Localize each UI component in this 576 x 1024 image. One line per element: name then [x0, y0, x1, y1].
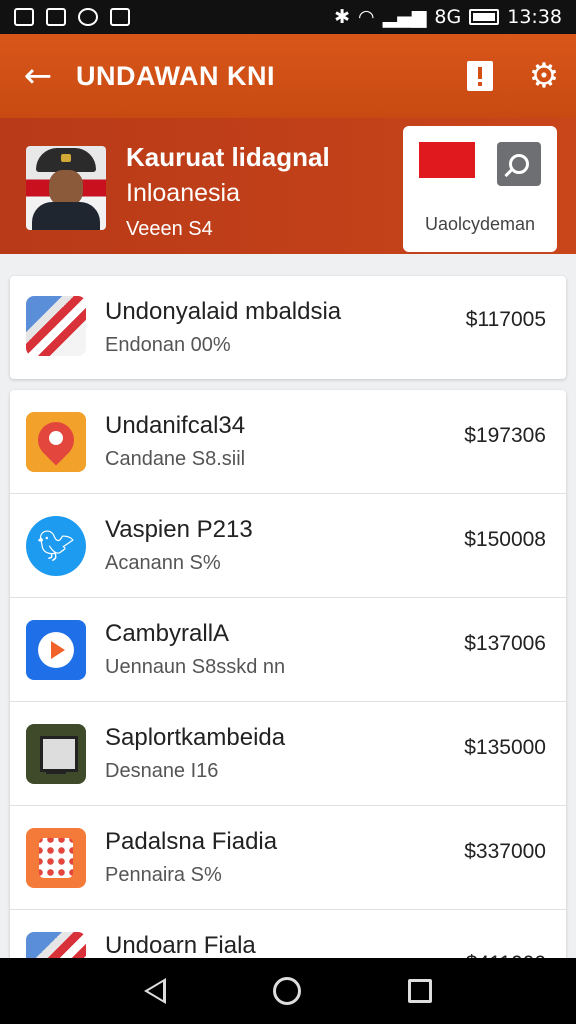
play-icon: [26, 620, 86, 680]
list-item[interactable]: Undonyalaid mbaldsia Endonan 00% $117005: [10, 276, 566, 379]
news-notification-icon: [46, 8, 66, 26]
photo-frame-icon: [26, 724, 86, 784]
flag-icon: [26, 296, 86, 356]
scan-button[interactable]: [497, 142, 541, 186]
system-nav-bar: [0, 958, 576, 1024]
grid-app-icon: [26, 828, 86, 888]
settings-button[interactable]: ⚙: [512, 44, 576, 108]
profile-photo: [26, 146, 106, 230]
item-name: Vaspien P213: [105, 516, 253, 543]
list-item[interactable]: CambyrallA Uennaun S8sskd nn $137006: [10, 598, 566, 702]
profile-name: Kauruat lidagnal: [126, 142, 330, 172]
item-subtitle: Uennaun S8sskd nn: [105, 656, 286, 678]
item-subtitle: Acanann S%: [105, 552, 221, 574]
report-button[interactable]: [448, 44, 512, 108]
report-icon: [467, 61, 493, 91]
item-name: CambyrallA: [105, 620, 230, 647]
list-item[interactable]: Saplortkambeida Desnane I16 $135000: [10, 702, 566, 806]
image-notification-icon: [14, 8, 34, 26]
item-subtitle: Endonan 00%: [105, 334, 231, 356]
status-bar: ✱ ◠ ▂▄▆ 8G 13:38: [0, 0, 576, 34]
app-bar: ← UNDAWAN KNI ⚙: [0, 34, 576, 118]
app-list: Undanifcal34 Candane S8.siil $197306 🐦︎ …: [10, 390, 566, 992]
gear-icon: ⚙: [528, 56, 560, 96]
item-name: Padalsna Fiadia: [105, 828, 278, 855]
item-price: $137006: [464, 632, 546, 655]
item-price: $337000: [464, 840, 546, 863]
notification-icons: [14, 8, 130, 26]
clock: 13:38: [507, 6, 562, 28]
item-name: Undonyalaid mbaldsia: [105, 298, 342, 325]
battery-icon: [469, 9, 500, 25]
app-title: UNDAWAN KNI: [76, 60, 275, 91]
item-name: Saplortkambeida: [105, 724, 286, 751]
item-subtitle: Pennaira S%: [105, 864, 222, 886]
nav-recents-icon[interactable]: [408, 979, 433, 1003]
item-name: Undoarn Fiala: [105, 932, 256, 959]
item-subtitle: Candane S8.siil: [105, 448, 246, 470]
wifi-icon: ◠: [357, 6, 375, 28]
featured-card: Undonyalaid mbaldsia Endonan 00% $117005: [10, 276, 566, 379]
list-item[interactable]: 🐦︎ Vaspien P213 Acanann S% $150008: [10, 494, 566, 598]
search-icon: [509, 154, 529, 174]
back-arrow-icon[interactable]: ←: [0, 56, 76, 96]
item-name: Undanifcal34: [105, 412, 246, 439]
country-card-label: Uaolcydeman: [424, 214, 536, 234]
bluetooth-icon: ✱: [334, 6, 350, 28]
item-price: $150008: [464, 528, 546, 551]
country-card[interactable]: Uaolcydeman: [403, 126, 557, 252]
system-indicators: ✱ ◠ ▂▄▆ 8G 13:38: [334, 6, 562, 28]
profile-info: Kauruat lidagnal Inloanesia Veeen S4: [126, 142, 330, 241]
nav-home-icon[interactable]: [272, 977, 301, 1005]
flag-icon: [419, 142, 475, 178]
signal-icon: ▂▄▆: [382, 6, 427, 28]
item-price: $197306: [464, 424, 546, 447]
item-subtitle: Desnane I16: [105, 760, 219, 782]
item-price: $135000: [464, 736, 546, 759]
map-pin-icon: [26, 412, 86, 472]
list-item[interactable]: Undanifcal34 Candane S8.siil $197306: [10, 390, 566, 494]
network-label: 8G: [434, 6, 462, 28]
nav-back-icon[interactable]: [143, 978, 166, 1004]
item-price: $117005: [465, 308, 546, 331]
profile-version: Veeen S4: [126, 218, 213, 240]
camera-notification-icon: [110, 8, 130, 26]
list-item[interactable]: Padalsna Fiadia Pennaira S% $337000: [10, 806, 566, 910]
bird-icon: 🐦︎: [26, 516, 86, 576]
sync-notification-icon: [78, 8, 98, 26]
profile-country: Inloanesia: [126, 179, 240, 207]
